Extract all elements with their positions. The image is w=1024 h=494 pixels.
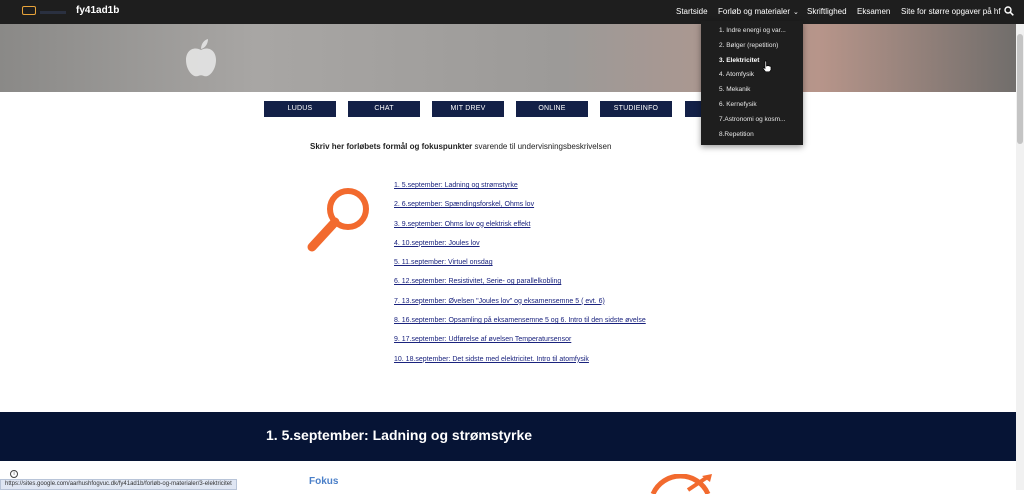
apple-logo-icon [186,39,216,77]
lesson-link[interactable]: 2. 6.september: Spændingsforskel, Ohms l… [394,201,646,220]
target-arrow-icon [650,474,712,494]
section-title: 1. 5.september: Ladning og strømstyrke [266,427,533,443]
lesson-link[interactable]: 9. 17.september: Udførelse af øvelsen Te… [394,336,646,355]
dropdown-item[interactable]: 1. Indre energi og var... [701,24,803,39]
intro-bold: Skriv her forløbets formål og fokuspunkt… [310,142,473,151]
nav-skriftlighed[interactable]: Skriftlighed [807,7,847,16]
dropdown-item[interactable]: 6. Kernefysik [701,98,803,113]
lesson-link[interactable]: 3. 9.september: Ohms lov og elektrisk ef… [394,221,646,240]
mit-drev-button[interactable]: MIT DREV [432,101,504,117]
nav-startside[interactable]: Startside [676,7,708,16]
info-icon[interactable]: i [10,470,18,478]
status-bar-url: https://sites.google.com/aarhushfogvuc.d… [0,479,237,490]
lesson-link[interactable]: 10. 18.september: Det sidste med elektri… [394,356,646,375]
top-navigation-bar: fy41ad1b Startside Forløb og materialer ⌄… [0,0,1024,24]
scrollbar-thumb[interactable] [1017,34,1023,144]
site-title[interactable]: fy41ad1b [76,5,119,16]
dropdown-item[interactable]: 7.Astronomi og kosm... [701,113,803,128]
quick-links-row: LUDUS CHAT MIT DREV ONLINE STUDIEINFO [0,101,1024,117]
lesson-link[interactable]: 8. 16.september: Opsamling på eksamensem… [394,317,646,336]
intro-rest: svarende til undervisningsbeskrivelsen [472,142,612,151]
chat-button[interactable]: CHAT [348,101,420,117]
hand-pointer-cursor-icon [762,60,772,72]
dropdown-item[interactable]: 8.Repetition [701,128,803,143]
lesson-link-list: 1. 5.september: Ladning og strømstyrke 2… [394,182,646,375]
forloeb-dropdown-menu: 1. Indre energi og var... 2. Bølger (rep… [701,21,803,145]
online-button[interactable]: ONLINE [516,101,588,117]
magnifier-icon [307,188,369,252]
chevron-down-icon: ⌄ [793,9,799,16]
ludus-button[interactable]: LUDUS [264,101,336,117]
lesson-link[interactable]: 1. 5.september: Ladning og strømstyrke [394,182,646,201]
lesson-link[interactable]: 5. 11.september: Virtuel onsdag [394,259,646,278]
fokus-heading: Fokus [309,476,339,487]
intro-text: Skriv her forløbets formål og fokuspunkt… [310,142,611,151]
dropdown-item[interactable]: 4. Atomfysik [701,68,803,83]
section-header-band: 1. 5.september: Ladning og strømstyrke [0,412,1024,461]
site-logo-icon[interactable] [22,6,36,15]
nav-forloeb-label: Forløb og materialer [718,7,791,16]
dropdown-item[interactable]: 2. Bølger (repetition) [701,39,803,54]
search-icon[interactable] [1004,6,1014,16]
dropdown-item[interactable]: 5. Mekanik [701,83,803,98]
nav-eksamen[interactable]: Eksamen [857,7,890,16]
logo-graphic [40,11,66,14]
lesson-link[interactable]: 6. 12.september: Resistivitet, Serie- og… [394,278,646,297]
nav-forloeb-og-materialer[interactable]: Forløb og materialer ⌄ [718,7,799,16]
lesson-link[interactable]: 4. 10.september: Joules lov [394,240,646,259]
studieinfo-button[interactable]: STUDIEINFO [600,101,672,117]
dropdown-item-current[interactable]: 3. Elektricitet [701,54,803,69]
lesson-link[interactable]: 7. 13.september: Øvelsen "Joules lov" og… [394,298,646,317]
page-scrollbar[interactable] [1016,24,1024,490]
hero-banner-image [0,24,1024,92]
nav-site-stoerre-opgaver[interactable]: Site for større opgaver på hf [901,7,1001,16]
